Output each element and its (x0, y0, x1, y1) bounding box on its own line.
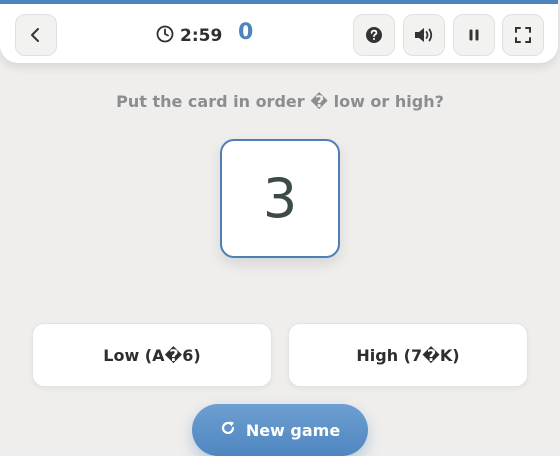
top-bar: 2:59 0 (0, 0, 558, 63)
question-text: Put the card in order � low or high? (116, 92, 444, 111)
game-screen: 2:59 0 Put the card in order � low or hi… (0, 0, 560, 456)
question-icon (365, 26, 383, 44)
speaker-icon (413, 26, 435, 44)
timer: 2:59 (156, 22, 222, 50)
restart-icon (220, 420, 236, 440)
pause-button[interactable] (453, 14, 495, 56)
new-game-button[interactable]: New game (192, 404, 368, 456)
new-game-label: New game (245, 420, 341, 440)
low-button[interactable]: Low (A�6) (32, 323, 272, 387)
clock-icon (156, 25, 174, 48)
low-button-label: Low (A�6) (103, 345, 201, 365)
back-button[interactable] (15, 14, 57, 56)
sound-button[interactable] (403, 14, 445, 56)
high-button-label: High (7�K) (356, 345, 460, 365)
high-button[interactable]: High (7�K) (288, 323, 528, 387)
fullscreen-icon (515, 27, 531, 43)
pause-icon (467, 28, 481, 42)
current-card: 3 (220, 139, 340, 258)
help-button[interactable] (353, 14, 395, 56)
score-value: 0 (238, 20, 254, 45)
card-value: 3 (262, 167, 298, 230)
fullscreen-button[interactable] (502, 14, 544, 56)
timer-value: 2:59 (180, 26, 223, 46)
chevron-left-icon (28, 27, 44, 43)
